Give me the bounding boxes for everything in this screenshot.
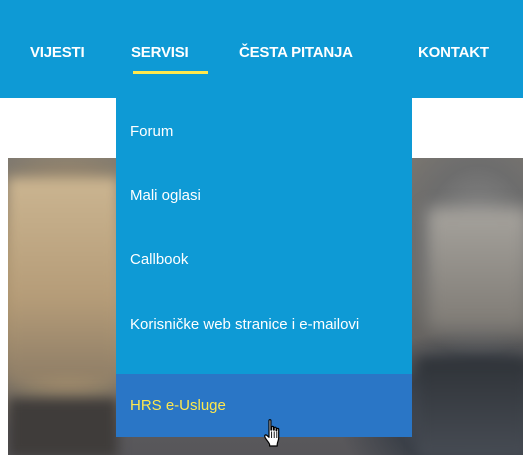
servisi-dropdown-menu: Forum Mali oglasi Callbook Korisničke we…	[116, 98, 412, 437]
dropdown-item-label: HRS e-Usluge	[130, 397, 226, 414]
dropdown-item-label: Mali oglasi	[130, 187, 201, 204]
nav-item-vijesti[interactable]: VIJESTI	[30, 42, 85, 64]
dropdown-item-label: Korisničke web stranice i e-mailovi	[130, 316, 360, 333]
nav-item-kontakt[interactable]: KONTAKT	[418, 42, 489, 64]
photo-blur-region	[8, 178, 118, 378]
dropdown-item-forum[interactable]: Forum	[116, 98, 412, 164]
dropdown-item-mali-oglasi[interactable]: Mali oglasi	[116, 164, 412, 228]
nav-item-cesta-pitanja[interactable]: ČESTA PITANJA	[239, 42, 353, 64]
hand-pointer-icon	[264, 419, 280, 447]
photo-blur-region	[418, 358, 523, 455]
dropdown-item-label: Forum	[130, 123, 174, 140]
photo-blur-region	[8, 398, 118, 455]
active-nav-underline	[133, 71, 208, 74]
main-navigation: VIJESTI SERVISI ČESTA PITANJA KONTAKT	[0, 0, 523, 98]
nav-item-servisi[interactable]: SERVISI	[131, 42, 189, 64]
dropdown-item-label: Callbook	[130, 251, 189, 268]
photo-blur-region	[428, 208, 523, 328]
dropdown-item-callbook[interactable]: Callbook	[116, 228, 412, 292]
dropdown-item-korisnicke-web-stranice[interactable]: Korisničke web stranice i e-mailovi	[116, 292, 412, 374]
